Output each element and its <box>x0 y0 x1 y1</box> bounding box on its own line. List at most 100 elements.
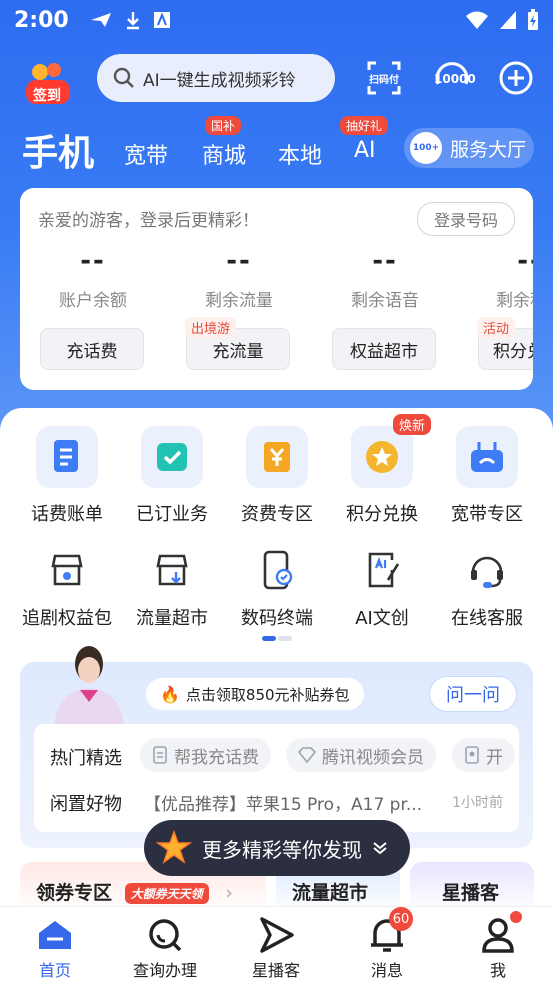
service-label: AI文创 <box>355 608 409 629</box>
chip-open[interactable]: 开 <box>452 738 515 772</box>
section-star-podcast[interactable]: 星播客 <box>410 862 534 912</box>
status-time: 2:00 <box>14 7 69 33</box>
points-icon <box>351 426 413 488</box>
nav-me[interactable]: 我 <box>443 911 553 981</box>
service-drama[interactable]: 追剧权益包 <box>12 548 122 630</box>
second-hand-label: 闲置好物 <box>50 794 122 815</box>
points-redeem-button[interactable]: 活动 积分兑 <box>477 317 533 370</box>
tab-broadband[interactable]: 宽带 <box>124 138 168 170</box>
quick-button-tag: 活动 <box>477 317 516 338</box>
stat-balance[interactable]: -- 账户余额 <box>33 246 153 311</box>
service-label: 资费专区 <box>241 504 313 525</box>
signin-button[interactable]: 签到 <box>22 60 74 106</box>
download-status-icon <box>126 12 139 30</box>
benefits-market-button[interactable]: 权益超市 <box>332 328 436 370</box>
tab-mall-label: 商城 <box>202 144 247 169</box>
bill-icon <box>36 426 98 488</box>
send-status-icon <box>90 13 111 27</box>
stat-value: -- <box>517 246 533 276</box>
tab-ai[interactable]: AI <box>354 138 376 163</box>
service-label: 数码终端 <box>241 608 313 629</box>
signin-label: 签到 <box>33 88 61 104</box>
nav-label: 查询办理 <box>132 961 197 980</box>
account-card: 亲爱的游客，登录后更精彩！ 登录号码 -- 账户余额 -- 剩余流量 -- 剩余… <box>20 188 533 390</box>
signal-icon <box>500 11 516 29</box>
section-label: 星播客 <box>442 882 500 904</box>
tab-mall[interactable]: 商城 <box>202 138 246 170</box>
notification-dot <box>510 911 522 923</box>
service-hall-button[interactable]: 100+ 服务大厅 <box>404 128 534 168</box>
ask-button[interactable]: 问一问 <box>429 676 517 712</box>
nav-label: 我 <box>489 961 506 980</box>
diamond-icon <box>298 747 316 763</box>
new-badge: 焕新 <box>393 414 432 435</box>
nav-messages[interactable]: 60 消息 <box>332 907 442 981</box>
home-icon <box>35 915 75 955</box>
tab-local[interactable]: 本地 <box>278 138 322 170</box>
scan-pay-button[interactable]: 扫码付 <box>366 60 402 96</box>
search-placeholder: AI一键生成视频彩铃 <box>143 70 296 91</box>
discover-more-button[interactable]: 更多精彩等你发现 <box>144 820 410 876</box>
page-indicator <box>262 636 292 641</box>
second-hand-time: 1小时前 <box>452 795 503 811</box>
hotline-label: 10000 <box>434 72 476 86</box>
promo-banner[interactable]: 🔥 点击领取850元补贴券包 <box>146 678 364 710</box>
service-support[interactable]: 在线客服 <box>432 548 542 630</box>
quick-button-label: 充话费 <box>66 341 118 362</box>
chip-label: 开 <box>486 747 503 768</box>
top-bar: 签到 AI一键生成视频彩铃 扫码付 10000 <box>0 52 553 106</box>
bottom-nav: 首页 查询办理 星播客 60 消息 我 <box>0 906 553 984</box>
service-subscribed[interactable]: 已订业务 <box>117 426 227 526</box>
section-label: 领券专区 <box>36 882 113 904</box>
second-hand-item[interactable]: 【优品推荐】苹果15 Pro，A17 pr... <box>144 790 422 815</box>
recharge-data-button[interactable]: 出境游 充流量 <box>185 317 290 370</box>
status-bar: 2:00 <box>0 0 553 40</box>
recharge-call-button[interactable]: 充话费 <box>40 328 144 370</box>
greeting-text: 亲爱的游客，登录后更精彩！ <box>38 211 259 231</box>
hotline-button[interactable]: 10000 <box>432 60 476 96</box>
app-status-icon <box>153 12 170 28</box>
tab-mall-badge: 国补 <box>205 116 242 135</box>
nav-label: 消息 <box>370 961 403 980</box>
nav-query[interactable]: 查询办理 <box>110 915 220 981</box>
service-points[interactable]: 焕新 积分兑换 <box>327 414 437 526</box>
chip-tencent-video[interactable]: 腾讯视频会员 <box>286 738 436 772</box>
quick-button-tag: 出境游 <box>185 317 237 338</box>
tariff-icon <box>246 426 308 488</box>
data-market-icon <box>150 548 194 592</box>
service-hall-icon: 100+ <box>410 132 442 164</box>
search-input[interactable]: AI一键生成视频彩铃 <box>97 54 335 102</box>
chip-label: 腾讯视频会员 <box>322 747 424 768</box>
stat-value: -- <box>226 246 252 276</box>
service-bill[interactable]: 话费账单 <box>12 426 122 526</box>
tab-phone[interactable]: 手机 <box>22 124 94 176</box>
phone-icon <box>255 548 299 592</box>
service-tariff[interactable]: 资费专区 <box>222 426 332 526</box>
discover-more-label: 更多精彩等你发现 <box>202 837 362 862</box>
stat-data[interactable]: -- 剩余流量 <box>179 246 299 311</box>
service-broadband[interactable]: 宽带专区 <box>432 426 542 526</box>
search-icon <box>113 67 134 88</box>
service-label: 宽带专区 <box>451 504 523 525</box>
star-icon <box>156 830 192 864</box>
nav-star-podcast[interactable]: 星播客 <box>221 915 331 981</box>
double-chevron-down-icon <box>373 842 387 855</box>
tab-ai-badge: 抽好礼 <box>340 116 389 135</box>
login-button[interactable]: 登录号码 <box>416 202 515 236</box>
service-label: 积分兑换 <box>346 504 418 525</box>
recommend-list: 热门精选 帮我充话费 腾讯视频会员 开 闲置好物 【优品推荐】苹果15 Pro，… <box>34 724 519 832</box>
stat-points[interactable]: -- 剩余积分 <box>470 246 533 311</box>
service-label: 已订业务 <box>136 504 208 525</box>
service-data-market[interactable]: 流量超市 <box>117 548 227 630</box>
stat-voice[interactable]: -- 剩余语音 <box>325 246 445 311</box>
hot-picks-label: 热门精选 <box>50 748 122 769</box>
nav-home[interactable]: 首页 <box>0 915 110 981</box>
service-devices[interactable]: 数码终端 <box>222 548 332 630</box>
add-button[interactable] <box>498 60 534 96</box>
stat-value: -- <box>80 246 106 276</box>
play-icon <box>256 915 296 955</box>
chip-recharge[interactable]: 帮我充话费 <box>140 738 271 772</box>
assistant-avatar <box>54 646 124 726</box>
headset-icon <box>465 548 509 592</box>
service-ai-create[interactable]: AI文创 <box>327 548 437 630</box>
